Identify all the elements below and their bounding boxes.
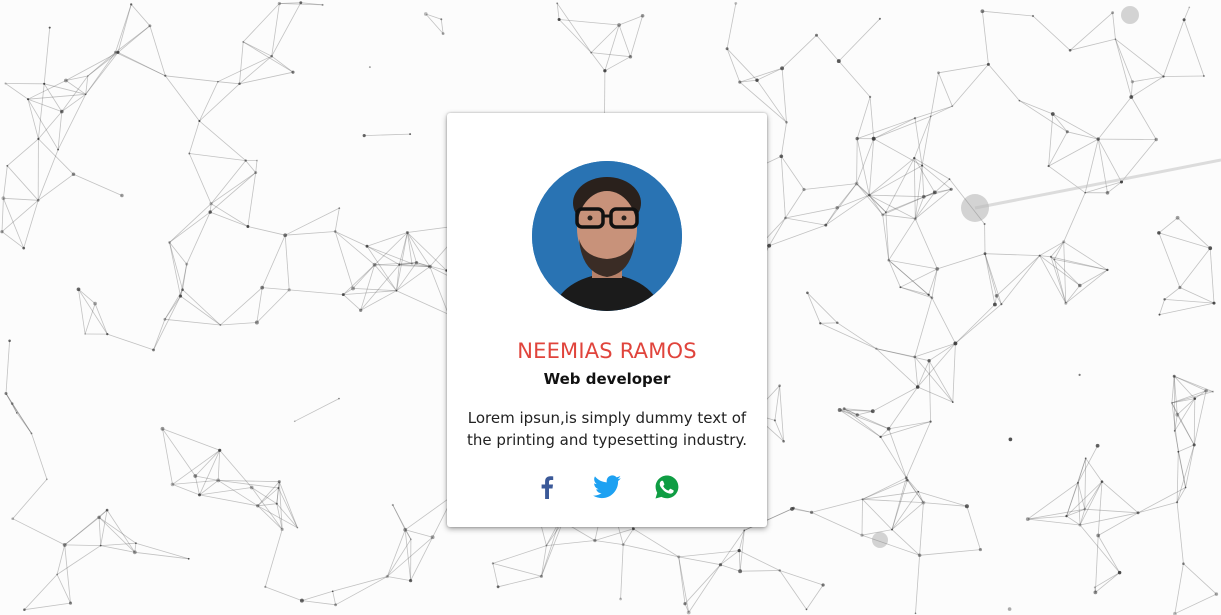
twitter-link[interactable] <box>592 472 622 502</box>
social-links <box>447 472 767 504</box>
whatsapp-link[interactable] <box>652 472 682 502</box>
profile-card: NEEMIAS RAMOS Web developer Lorem ipsun,… <box>447 113 767 527</box>
twitter-icon <box>593 475 621 499</box>
page-background: NEEMIAS RAMOS Web developer Lorem ipsun,… <box>0 0 1221 615</box>
profile-bio: Lorem ipsun,is simply dummy text of the … <box>467 409 747 449</box>
whatsapp-icon <box>655 475 679 499</box>
facebook-icon <box>541 476 554 499</box>
profile-name: NEEMIAS RAMOS <box>517 339 697 363</box>
facebook-link[interactable] <box>532 472 562 502</box>
profile-role: Web developer <box>543 370 671 388</box>
avatar <box>532 161 682 311</box>
